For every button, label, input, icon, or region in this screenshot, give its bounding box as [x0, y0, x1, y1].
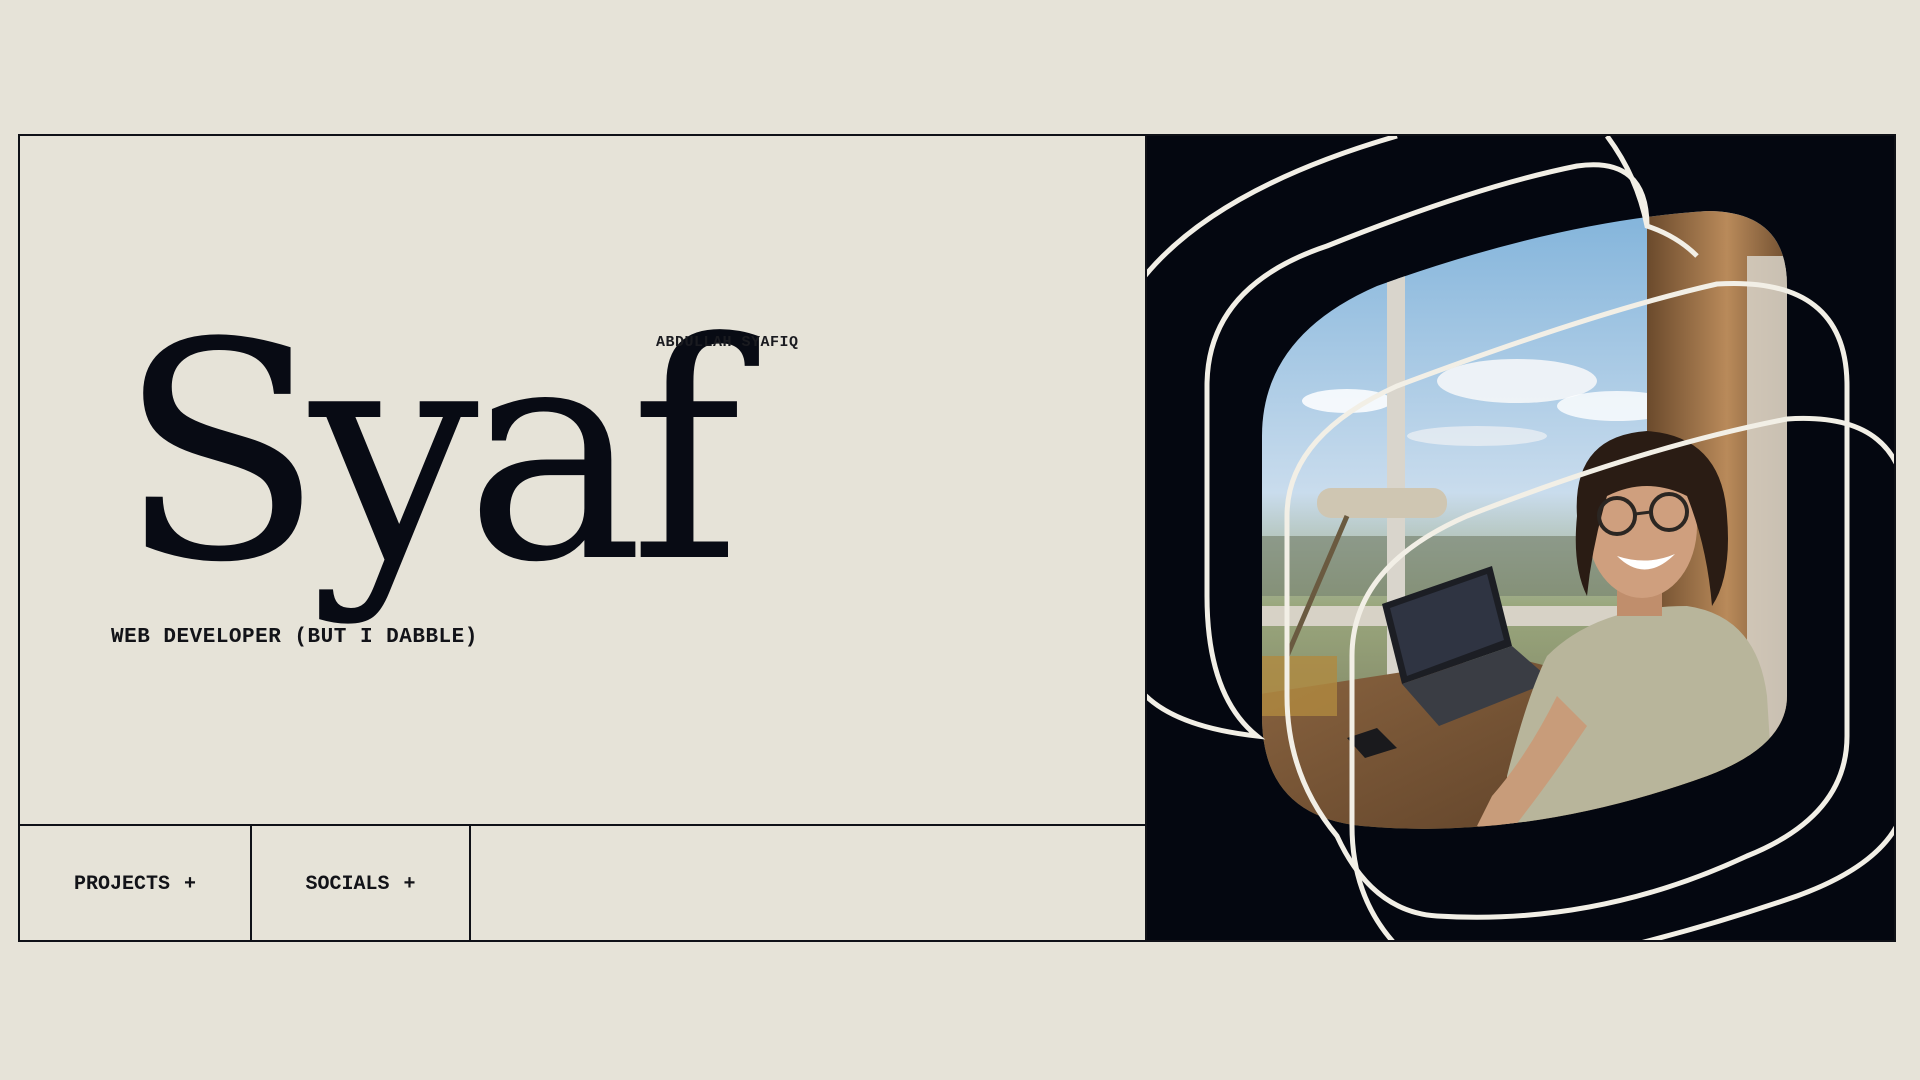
intro-panel: Syaf ABDULLAH SYAFIQ WEB DEVELOPER (BUT … [20, 136, 1147, 942]
full-name-label: ABDULLAH SYAFIQ [656, 334, 799, 351]
role-tagline: WEB DEVELOPER (BUT I DABBLE) [111, 626, 478, 649]
photo-panel [1147, 136, 1894, 940]
plus-icon: + [403, 872, 416, 896]
hero-section: Syaf ABDULLAH SYAFIQ WEB DEVELOPER (BUT … [20, 136, 1145, 826]
projects-label: PROJECTS [73, 872, 170, 896]
socials-button[interactable]: SOCIALS + [252, 826, 471, 942]
portrait-graphic [1147, 136, 1894, 940]
socials-label: SOCIALS [305, 872, 390, 896]
bottom-nav: PROJECTS + SOCIALS + [20, 826, 1145, 942]
portrait-photo [1262, 211, 1787, 829]
plus-icon: + [184, 872, 197, 896]
display-name: Syaf [118, 279, 741, 628]
projects-button[interactable]: PROJECTS + [20, 826, 252, 942]
main-frame: Syaf ABDULLAH SYAFIQ WEB DEVELOPER (BUT … [18, 134, 1896, 942]
